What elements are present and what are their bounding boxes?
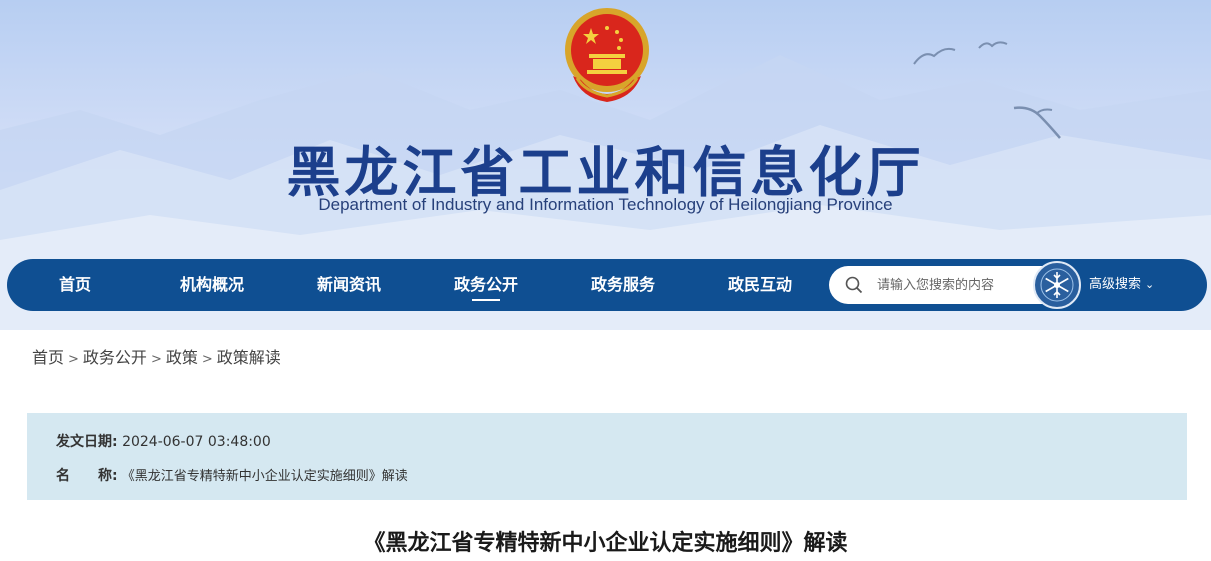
nav-item-home[interactable]: 首页 — [27, 259, 123, 311]
advanced-search-label: 高级搜索 — [1089, 277, 1142, 292]
main-nav: 首页 机构概况 新闻资讯 政务公开 政务服务 政民互动 高级搜索⌄ — [7, 259, 1207, 311]
bird-icon — [978, 41, 1008, 49]
advanced-search-link[interactable]: 高级搜索 ⌄ — [1089, 259, 1154, 311]
nav-item-interaction[interactable]: 政民互动 — [712, 259, 808, 311]
search-icon — [845, 276, 863, 294]
article-title: 《黑龙江省专精特新中小企业认定实施细则》解读 — [363, 531, 848, 556]
bird-icon — [913, 47, 956, 65]
breadcrumb: 首页 > 政务公开 > 政策 > 政策解读 — [32, 344, 281, 368]
breadcrumb-gov-affairs[interactable]: 政务公开 — [83, 348, 147, 367]
snowflake-icon — [1040, 268, 1074, 302]
breadcrumb-home[interactable]: 首页 — [32, 348, 64, 367]
breadcrumb-separator: > — [201, 352, 213, 367]
nav-item-news[interactable]: 新闻资讯 — [301, 259, 397, 311]
publish-date-label: 发文日期: — [56, 434, 118, 450]
national-emblem-icon — [565, 8, 649, 102]
nav-item-institution[interactable]: 机构概况 — [164, 259, 260, 311]
site-subtitle: Department of Industry and Information T… — [318, 195, 893, 214]
publish-date-value: 2024-06-07 03:48:00 — [122, 434, 271, 450]
nav-item-gov-affairs[interactable]: 政务公开 — [438, 259, 534, 311]
breadcrumb-separator: > — [150, 352, 162, 367]
document-info-box: 发文日期: 2024-06-07 03:48:00 名 称: 《黑龙江省专精特新… — [27, 413, 1187, 500]
search-button[interactable] — [1033, 261, 1081, 309]
breadcrumb-separator: > — [68, 352, 79, 367]
document-name-value: 《黑龙江省专精特新中小企业认定实施细则》解读 — [121, 469, 408, 484]
breadcrumb-policy-interpretation[interactable]: 政策解读 — [217, 348, 281, 367]
breadcrumb-policy[interactable]: 政策 — [166, 348, 198, 367]
search-input[interactable] — [877, 274, 1037, 296]
document-name-label: 名 称: — [56, 468, 118, 484]
publish-date-row: 发文日期: 2024-06-07 03:48:00 — [56, 431, 271, 451]
nav-item-gov-services[interactable]: 政务服务 — [575, 259, 671, 311]
chevron-down-icon: ⌄ — [1145, 278, 1155, 291]
document-name-row: 名 称: 《黑龙江省专精特新中小企业认定实施细则》解读 — [56, 465, 408, 485]
